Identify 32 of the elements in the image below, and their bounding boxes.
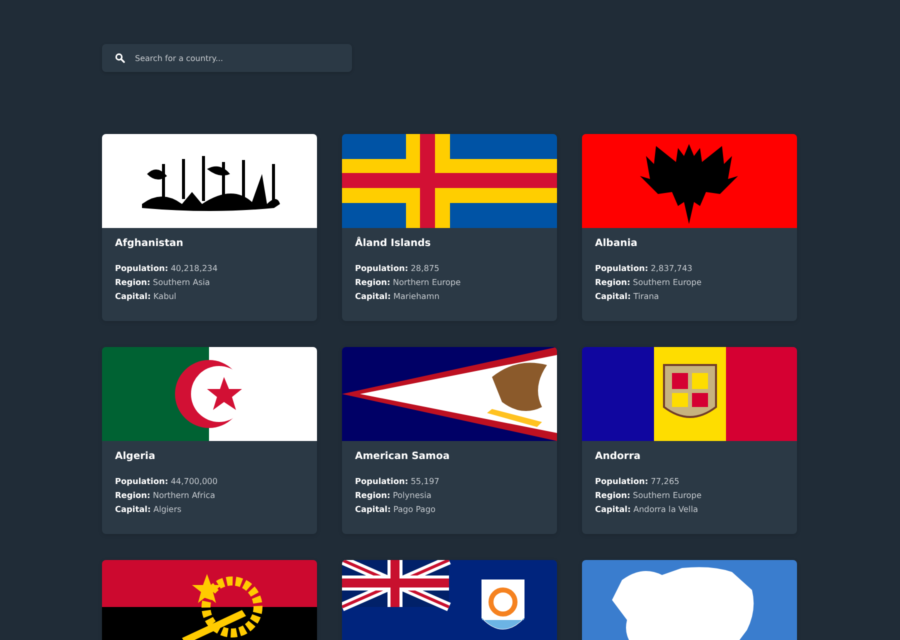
country-name: Algeria (115, 451, 156, 463)
country-detail: Population: 28,875 (355, 262, 440, 275)
country-card[interactable]: Algeria Population: 44,700,000 Region: Northern Africa Capital: Algiers (102, 347, 317, 534)
country-name: Afghanistan (115, 238, 184, 250)
country-card[interactable]: Afghanistan Population: 40,218,234 Region: Southern Asia Capital: Kabul (102, 134, 317, 321)
country-detail: Population: 77,265 (595, 475, 680, 488)
country-detail: Capital: Algiers (115, 503, 182, 516)
country-card[interactable]: Åland Islands Population: 28,875 Region: Northern Europe Capital: Mariehamn (342, 134, 557, 321)
country-detail: Capital: Kabul (115, 290, 178, 303)
country-detail: Population: 2,837,743 (595, 262, 694, 275)
country-card[interactable]: Andorra Population: 77,265 Region: Southern Europe Capital: Andorra la Vella (582, 347, 797, 534)
country-detail: Region: Southern Europe (595, 489, 703, 502)
country-name: Åland Islands (355, 238, 432, 250)
country-detail: Population: 44,700,000 (115, 475, 219, 488)
search-icon (115, 53, 125, 63)
country-name: Albania (595, 238, 638, 250)
country-detail: Population: 40,218,234 (115, 262, 219, 275)
country-detail: Capital: Mariehamn (355, 290, 440, 303)
country-detail: Capital: Tirana (595, 290, 660, 303)
country-card[interactable]: Albania Population: 2,837,743 Region: Southern Europe Capital: Tirana (582, 134, 797, 321)
country-detail: Region: Northern Europe (355, 276, 462, 289)
country-detail: Region: Southern Asia (115, 276, 211, 289)
country-detail: Population: 55,197 (355, 475, 440, 488)
country-detail: Capital: Pago Pago (355, 503, 437, 516)
country-name: Andorra (595, 451, 642, 463)
country-detail: Region: Northern Africa (115, 489, 216, 502)
country-detail: Capital: Andorra la Vella (595, 503, 700, 516)
country-detail: Region: Southern Europe (595, 276, 703, 289)
country-card[interactable]: American Samoa Population: 55,197 Region: Polynesia Capital: Pago Pago (342, 347, 557, 534)
search-field[interactable]: Search for a country... (102, 44, 352, 72)
country-name: American Samoa (355, 451, 451, 463)
country-detail: Region: Polynesia (355, 489, 432, 502)
